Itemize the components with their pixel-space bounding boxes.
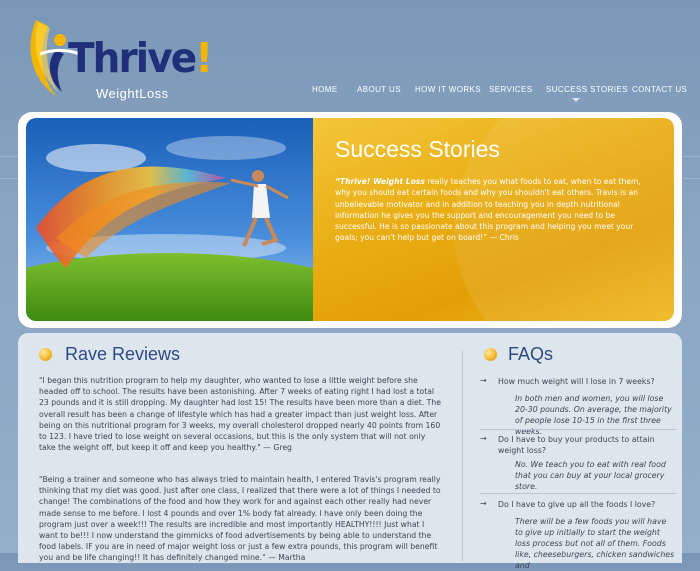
- triangle-down-icon: [572, 98, 580, 102]
- faqs-title: FAQs: [508, 344, 554, 364]
- faq-question[interactable]: How much weight will I lose in 7 weeks?: [498, 376, 673, 387]
- orb-bullet-icon: [39, 348, 52, 361]
- hero-quote-body: really teaches you what foods to eat, wh…: [335, 177, 641, 243]
- arrow-right-icon: →: [480, 376, 487, 385]
- content-panel: Rave Reviews "I began this nutrition pro…: [18, 333, 682, 570]
- faq-answer: In both men and women, you will lose 20-…: [515, 394, 672, 436]
- nav-how-it-works[interactable]: HOW IT WORKS: [415, 85, 481, 94]
- arrow-right-icon: →: [480, 499, 487, 508]
- faq-separator: [480, 493, 676, 494]
- hero-testimonial: “Thrive! Weight Loss really teaches you …: [335, 176, 655, 244]
- arrow-right-icon: →: [480, 434, 487, 443]
- faq-question[interactable]: Do I have to buy your products to attain…: [498, 434, 673, 456]
- reviews-title: Rave Reviews: [65, 344, 181, 364]
- hero-banner: Success Stories “Thrive! Weight Loss rea…: [18, 112, 682, 328]
- main-nav: HOME ABOUT US HOW IT WORKS SERVICES SUCC…: [0, 85, 700, 105]
- orb-bullet-icon: [484, 348, 497, 361]
- nav-services[interactable]: SERVICES: [489, 85, 533, 94]
- nav-about-us[interactable]: ABOUT US: [357, 85, 401, 94]
- review-item: "I began this nutrition program to help …: [39, 376, 441, 453]
- hero-title: Success Stories: [335, 136, 500, 162]
- hero-image: [26, 118, 313, 321]
- hero-quote-brand: “Thrive! Weight Loss: [335, 177, 425, 186]
- nav-success-stories[interactable]: SUCCESS STORIES: [546, 85, 628, 94]
- logo-name: Thrive: [68, 34, 197, 82]
- nav-contact-us[interactable]: CONTACT US: [632, 85, 687, 94]
- faq-question[interactable]: Do I have to give up all the foods I lov…: [498, 499, 673, 510]
- logo-wordmark: Thrive!: [68, 34, 213, 82]
- faq-answer: No. We teach you to eat with real food t…: [515, 460, 666, 491]
- faq-separator: [480, 429, 676, 430]
- review-item: "Being a trainer and someone who has alw…: [39, 475, 441, 563]
- nav-home[interactable]: HOME: [312, 85, 338, 94]
- column-divider: [462, 351, 463, 561]
- hero-photo: [26, 118, 313, 321]
- faq-answer: There will be a few foods you will have …: [515, 517, 675, 570]
- logo-exclaim: !: [195, 34, 213, 82]
- hero-text-panel: Success Stories “Thrive! Weight Loss rea…: [313, 118, 674, 321]
